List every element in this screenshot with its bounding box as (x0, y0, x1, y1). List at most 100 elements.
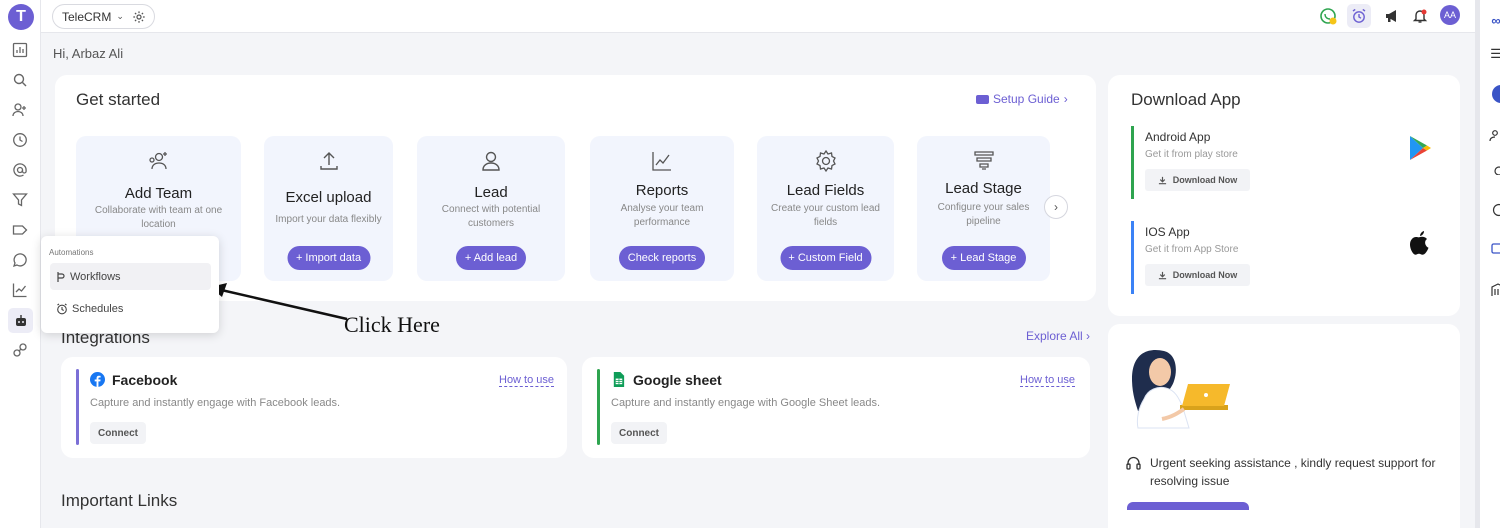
download-app-title: Download App (1131, 90, 1241, 109)
integration-card-facebook: Facebook How to use Capture and instantl… (61, 357, 567, 458)
integrations-link-icon[interactable] (11, 341, 29, 359)
tile-desc: Configure your sales pipeline (937, 202, 1030, 227)
video-camera-icon (976, 94, 989, 104)
integration-desc: Capture and instantly engage with Google… (611, 397, 881, 409)
menu-icon[interactable]: ☰ (1489, 46, 1500, 62)
tile-lead[interactable]: Lead Connect with potential customers + … (417, 136, 565, 281)
chart-icon (652, 152, 671, 171)
link-icon[interactable] (1489, 160, 1500, 176)
tile-excel-upload[interactable]: Excel upload Import your data flexibly +… (264, 136, 393, 281)
setup-guide-link[interactable]: Setup Guide › (976, 92, 1068, 106)
chevron-right-icon: › (1063, 92, 1068, 106)
setup-guide-label: Setup Guide (993, 92, 1060, 106)
menu-item-label: Schedules (72, 302, 124, 315)
headset-icon (1126, 456, 1141, 470)
user-avatar[interactable]: AA (1440, 5, 1460, 25)
carousel-next-button[interactable]: › (1044, 195, 1068, 219)
whatsapp-status-icon[interactable] (1319, 7, 1337, 25)
tile-title: Lead Fields (786, 182, 865, 199)
download-app-card: Download App Android App Get it from pla… (1108, 75, 1460, 316)
tag-icon[interactable] (11, 221, 29, 239)
download-now-button[interactable]: Download Now (1145, 264, 1250, 286)
how-to-use-link[interactable]: How to use (1020, 374, 1076, 387)
how-to-use-link[interactable]: How to use (499, 374, 555, 387)
integration-name: Google sheet (633, 372, 722, 388)
analytics-icon[interactable] (11, 281, 29, 299)
add-lead-button[interactable]: + Add lead (456, 246, 526, 270)
contact-support-button[interactable] (1127, 502, 1249, 510)
clock-icon[interactable] (11, 131, 29, 149)
annotation-arrow (210, 283, 348, 321)
explore-all-link[interactable]: Explore All › (1026, 329, 1090, 343)
funnel-icon (973, 151, 994, 170)
automations-header: Automations (49, 248, 94, 257)
accent-bar (597, 369, 600, 445)
add-team-icon (148, 152, 167, 170)
import-data-button[interactable]: + Import data (287, 246, 370, 270)
automations-popup-menu: Automations Workflows Schedules (41, 236, 219, 333)
filter-icon[interactable] (11, 191, 29, 209)
connect-button[interactable]: Connect (90, 422, 146, 444)
at-sign-icon[interactable] (11, 161, 29, 179)
tile-title: Add Team (124, 185, 193, 202)
top-bar: TeleCRM ⌄ AA (41, 0, 1475, 33)
accent-bar (1131, 221, 1134, 294)
gear-icon (815, 149, 836, 173)
custom-field-button[interactable]: + Custom Field (780, 246, 871, 270)
app-name: IOS App (1145, 225, 1190, 239)
tile-lead-fields[interactable]: Lead Fields Create your custom lead fiel… (757, 136, 894, 281)
click-here-annotation: Click Here (344, 312, 440, 337)
important-links-title: Important Links (61, 491, 178, 510)
support-illustration (1132, 349, 1230, 429)
app-sub: Get it from App Store (1145, 244, 1239, 255)
support-card: Urgent seeking assistance , kindly reque… (1108, 324, 1460, 528)
google-sheets-icon (613, 372, 625, 387)
tile-title: Excel upload (285, 189, 372, 206)
people-icon[interactable] (1489, 128, 1500, 144)
tile-title: Lead (474, 184, 508, 201)
workspace-selector[interactable]: TeleCRM ⌄ (52, 4, 155, 29)
tile-lead-stage[interactable]: Lead Stage Configure your sales pipeline… (917, 136, 1050, 281)
google-play-icon[interactable] (1407, 134, 1433, 162)
megaphone-icon[interactable] (1383, 7, 1401, 25)
check-reports-button[interactable]: Check reports (619, 246, 705, 270)
connect-button[interactable]: Connect (611, 422, 667, 444)
tile-reports[interactable]: Reports Analyse your team performance Ch… (590, 136, 734, 281)
support-text: Urgent seeking assistance , kindly reque… (1150, 456, 1436, 488)
lead-stage-button[interactable]: + Lead Stage (941, 246, 1026, 270)
download-now-label: Download Now (1172, 175, 1238, 185)
ios-app-item: IOS App Get it from App Store Download N… (1131, 221, 1441, 294)
building-icon[interactable] (1489, 282, 1500, 298)
tile-title: Reports (635, 182, 689, 199)
download-icon (1158, 176, 1166, 184)
telecrm-logo[interactable]: T (8, 4, 34, 30)
app-name: Android App (1145, 130, 1211, 144)
whatsapp-icon[interactable] (11, 251, 29, 269)
dashboard-icon[interactable] (11, 41, 29, 59)
menu-item-schedules[interactable]: Schedules (50, 295, 211, 322)
add-user-icon[interactable] (11, 101, 29, 119)
meta-logo-icon[interactable]: ∞ (1489, 12, 1500, 28)
tile-title: Lead Stage (945, 180, 1022, 197)
integration-name: Facebook (112, 372, 178, 388)
menu-item-label: Workflows (70, 270, 121, 283)
tile-desc: Create your custom lead fields (771, 203, 880, 228)
greeting-text: Hi, Arbaz Ali (53, 46, 124, 61)
menu-item-workflows[interactable]: Workflows (50, 263, 211, 290)
integration-desc: Capture and instantly engage with Facebo… (90, 397, 341, 409)
app-logo-icon[interactable] (1489, 85, 1500, 103)
apple-icon[interactable] (1407, 229, 1433, 257)
alarm-clock-icon[interactable] (1347, 4, 1371, 28)
android-app-item: Android App Get it from play store Downl… (1131, 126, 1441, 199)
chevron-down-icon: ⌄ (116, 11, 124, 21)
card-icon[interactable] (1489, 240, 1500, 256)
right-side-strip: ∞ ☰ (1475, 0, 1500, 528)
search-icon[interactable] (11, 71, 29, 89)
explore-all-label: Explore All (1026, 329, 1083, 343)
automation-bot-icon[interactable] (8, 308, 33, 333)
left-sidebar: T (0, 0, 41, 528)
notification-bell-icon[interactable] (1411, 7, 1429, 25)
workspace-settings-gear-icon[interactable] (132, 10, 146, 24)
download-now-button[interactable]: Download Now (1145, 169, 1250, 191)
emoji-icon[interactable] (1489, 202, 1500, 218)
